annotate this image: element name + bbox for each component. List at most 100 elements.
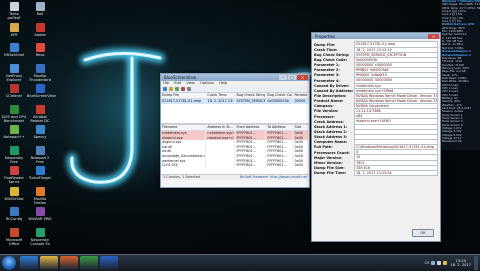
column-header[interactable]: Parame	[293, 93, 309, 98]
clock-date: 18. 2. 2017	[450, 263, 471, 267]
system-tray: CS 13:24 18. 2. 2017	[425, 256, 478, 270]
taskbar-app-ie-icon[interactable]	[20, 256, 38, 270]
taskbar: CS 13:24 18. 2. 2017	[0, 254, 480, 271]
desktop-icon[interactable]: TurboFlinger	[27, 166, 53, 180]
desktop-icon[interactable]: WinDirStat	[1, 186, 27, 201]
table-cell: FFFFF801...	[266, 163, 294, 168]
desktop-icon[interactable]: Revo	[27, 43, 53, 57]
desktop-icon[interactable]: RCConfig	[1, 207, 27, 221]
show-desktop-button[interactable]	[474, 256, 478, 270]
property-label: Minor Version:	[314, 160, 343, 165]
desktop-icon-label: DOS and CPU Benchmark	[1, 114, 27, 123]
desktop-icon-label: Kaspersky Console Ex	[30, 237, 50, 246]
maximize-button[interactable]: □	[288, 75, 296, 80]
property-label: File Version:	[314, 109, 339, 114]
desktop-icon-label: HDSentinel	[3, 53, 25, 57]
desktop-icon[interactable]: Adobe	[27, 22, 53, 37]
properties-icon[interactable]	[187, 87, 191, 91]
menu-options[interactable]: Options	[200, 81, 214, 85]
desktop-icon-label: Revo	[35, 53, 45, 57]
desktop-icon-label: CCleaner	[5, 94, 23, 98]
table-cell: 021817-51781-01.dmp	[161, 99, 207, 104]
nirsoft-link[interactable]: NirSoft Freeware. http://www.nirsoft.net	[240, 175, 307, 180]
desktop-icon[interactable]: CCleaner	[1, 84, 27, 98]
desktop-icon[interactable]: FineReader Sprint	[1, 166, 27, 184]
app-icon	[9, 166, 19, 175]
desktop-icon[interactable]: Microsoft Office	[1, 227, 27, 246]
desktop-icon[interactable]: Tento počítač	[1, 2, 27, 20]
column-header[interactable]: From Address	[235, 125, 267, 130]
property-label: Processors Count:	[314, 150, 350, 155]
volume-icon[interactable]	[437, 261, 442, 265]
desktop-icon-label: Kaspersky Free	[4, 155, 24, 164]
desktop-icon[interactable]: Kaspersky Console Ex	[27, 227, 53, 246]
flag-icon[interactable]	[443, 261, 448, 265]
minimize-button[interactable]: –	[279, 75, 287, 80]
desktop-icon[interactable]: WinRAR PWS	[27, 207, 53, 221]
bsv-titlebar[interactable]: BlueScreenView – □ ×	[161, 74, 309, 81]
menu-file[interactable]: File	[163, 81, 169, 85]
property-label: Parameter 3:	[314, 73, 340, 78]
menu-edit[interactable]: Edit	[174, 81, 181, 85]
properties-dialog[interactable]: Properties × Dump File: 021817-51781-01.d…	[311, 32, 441, 242]
table-cell: 18. 2. 2017 13:13:19	[207, 99, 236, 104]
desktop-icon-label: BlueScreenView	[27, 94, 56, 98]
desktop-icon[interactable]: Kaspersky Free	[1, 145, 27, 164]
column-header[interactable]: Crash Time	[206, 93, 236, 98]
column-header[interactable]: Filename	[161, 125, 207, 130]
save-icon[interactable]	[169, 87, 173, 91]
desktop-icon[interactable]: Notepad++	[1, 125, 27, 139]
close-button[interactable]: ×	[428, 33, 439, 39]
app-icon	[35, 84, 45, 93]
open-icon[interactable]	[163, 87, 167, 91]
bluescreenview-window[interactable]: BlueScreenView – □ × File Edit View Opti…	[160, 73, 310, 188]
taskbar-app-app4-icon[interactable]	[80, 256, 98, 270]
language-indicator[interactable]: CS	[425, 261, 430, 265]
table-row[interactable]: CLFS.SYS FFFFF801... FFFFF801... 0x00	[161, 163, 309, 168]
desktop-icon-label: Speccy	[33, 135, 47, 139]
property-label: Stack Address 3:	[314, 135, 348, 140]
taskbar-app-explorer-icon[interactable]	[40, 256, 58, 270]
app-icon	[35, 104, 45, 114]
column-header[interactable]: To Address	[266, 125, 294, 130]
taskbar-app-media-icon[interactable]	[60, 256, 78, 270]
start-button[interactable]	[2, 256, 16, 270]
column-header[interactable]: Bug Check String	[235, 93, 267, 98]
properties-titlebar[interactable]: Properties ×	[312, 33, 440, 39]
column-header[interactable]: Size	[293, 125, 309, 130]
app-icon	[35, 166, 45, 175]
column-header[interactable]: Dump File	[161, 93, 207, 98]
desktop-icon[interactable]: HDSentinel	[1, 43, 27, 57]
menu-view[interactable]: View	[186, 81, 195, 85]
clock[interactable]: 13:24 18. 2. 2017	[450, 259, 471, 268]
network-icon[interactable]	[431, 261, 436, 265]
refresh-icon[interactable]	[175, 87, 179, 91]
desktop-icon[interactable]: Acrobat Reader DC	[27, 104, 53, 123]
property-label: Caused By Driver:	[314, 83, 350, 88]
desktop-icon[interactable]: XFR	[1, 22, 27, 37]
desktop-icon[interactable]: BlueScreenView	[27, 84, 56, 98]
app-icon	[35, 43, 45, 52]
desktop-icon[interactable]: DOS and CPU Benchmark	[1, 104, 27, 123]
desktop-icon[interactable]: Speccy	[27, 125, 53, 139]
table-row[interactable]: 021817-51781-01.dmp 18. 2. 2017 13:13:19…	[161, 99, 309, 104]
table-cell: SYSTEM_SERVICE_EXC...	[236, 99, 267, 104]
desktop-icon[interactable]: Notepad 2 Free	[27, 145, 53, 164]
app-icon	[9, 84, 19, 93]
desktop-icon[interactable]: Mozilla Thunderbird	[27, 63, 53, 82]
ok-button[interactable]: OK	[412, 229, 434, 237]
desktop-icon-label: Tento počítač	[7, 12, 21, 20]
property-value[interactable]: 18. 2. 2017 13:13:54	[354, 169, 438, 177]
column-header[interactable]: Bug Check Code	[266, 93, 294, 98]
taskbar-app-app5-icon[interactable]	[100, 256, 118, 270]
delete-icon[interactable]	[181, 87, 185, 91]
property-label: Stack Address 1:	[314, 124, 348, 129]
system-monitor-gadget: Windows 7 Ultimate EditionCPU Usage: 8% …	[441, 0, 480, 150]
desktop-icon[interactable]: GetProxy Explorer	[1, 63, 27, 82]
desktop-icon[interactable]: Koš	[27, 2, 53, 16]
desktop-icon[interactable]: Mozilla Firefox	[27, 186, 53, 205]
close-button[interactable]: ×	[297, 75, 308, 80]
column-header[interactable]: Address In St...	[206, 125, 236, 130]
menu-help[interactable]: Help	[219, 81, 227, 85]
desktop-icon-label: Notepad 2 Free	[30, 155, 50, 164]
